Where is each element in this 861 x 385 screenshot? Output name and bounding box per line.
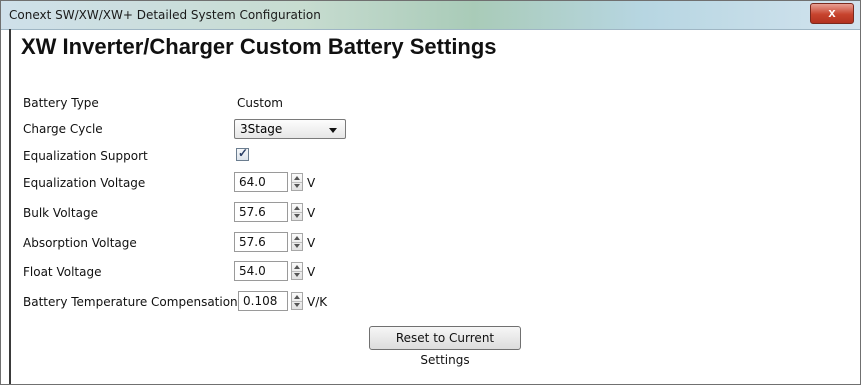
bulk-voltage-label: Bulk Voltage xyxy=(23,206,98,220)
battery-type-value: Custom xyxy=(237,96,283,110)
absorption-voltage-label: Absorption Voltage xyxy=(23,236,137,250)
equalization-voltage-unit: V xyxy=(307,176,316,190)
spin-down-icon[interactable] xyxy=(294,214,300,218)
close-button[interactable]: x xyxy=(810,3,854,24)
spin-up-icon[interactable] xyxy=(294,236,300,240)
absorption-voltage-spin-buttons[interactable] xyxy=(291,233,303,251)
battery-temp-compensation-input[interactable] xyxy=(238,291,288,311)
charge-cycle-label: Charge Cycle xyxy=(23,122,103,136)
equalization-support-checkbox[interactable]: ✓ xyxy=(236,146,249,161)
reset-to-current-settings-button[interactable]: Reset to Current Settings xyxy=(369,326,521,367)
spin-down-icon[interactable] xyxy=(294,244,300,248)
float-voltage-spin-buttons[interactable] xyxy=(291,262,303,280)
page-title: XW Inverter/Charger Custom Battery Setti… xyxy=(21,34,497,59)
absorption-voltage-input[interactable] xyxy=(234,232,288,252)
charge-cycle-select[interactable]: 3Stage xyxy=(234,119,346,139)
spin-up-icon[interactable] xyxy=(294,265,300,269)
checkmark-icon: ✓ xyxy=(238,146,249,160)
equalization-voltage-spin-buttons[interactable] xyxy=(291,173,303,191)
chevron-down-icon xyxy=(329,128,337,133)
spin-down-icon[interactable] xyxy=(294,273,300,277)
window-title: Conext SW/XW/XW+ Detailed System Configu… xyxy=(9,8,321,22)
spin-down-icon[interactable] xyxy=(294,184,300,188)
spin-up-icon[interactable] xyxy=(294,206,300,210)
bulk-voltage-input[interactable] xyxy=(234,202,288,222)
spin-divider xyxy=(292,242,302,243)
battery-temp-compensation-label: Battery Temperature Compensation xyxy=(23,295,238,309)
float-voltage-input[interactable] xyxy=(234,261,288,281)
equalization-support-label: Equalization Support xyxy=(23,149,148,163)
absorption-voltage-unit: V xyxy=(307,236,316,250)
spin-divider xyxy=(292,212,302,213)
spin-divider xyxy=(292,182,302,183)
battery-temp-compensation-unit: V/K xyxy=(307,295,328,309)
float-voltage-unit: V xyxy=(307,265,316,279)
spin-down-icon[interactable] xyxy=(294,303,300,307)
title-bar[interactable]: Conext SW/XW/XW+ Detailed System Configu… xyxy=(1,1,860,30)
bulk-voltage-unit: V xyxy=(307,206,316,220)
charge-cycle-selected-value: 3Stage xyxy=(240,122,283,136)
spin-divider xyxy=(292,301,302,302)
battery-temp-compensation-spin-buttons[interactable] xyxy=(291,292,303,310)
close-icon: x xyxy=(828,5,836,20)
spin-divider xyxy=(292,271,302,272)
spin-up-icon[interactable] xyxy=(294,176,300,180)
equalization-voltage-input[interactable] xyxy=(234,172,288,192)
bulk-voltage-spin-buttons[interactable] xyxy=(291,203,303,221)
dialog-window: Conext SW/XW/XW+ Detailed System Configu… xyxy=(0,0,861,385)
equalization-voltage-label: Equalization Voltage xyxy=(23,176,146,190)
float-voltage-label: Float Voltage xyxy=(23,265,102,279)
spin-up-icon[interactable] xyxy=(294,295,300,299)
window-left-border xyxy=(9,29,11,384)
battery-type-label: Battery Type xyxy=(23,96,99,110)
